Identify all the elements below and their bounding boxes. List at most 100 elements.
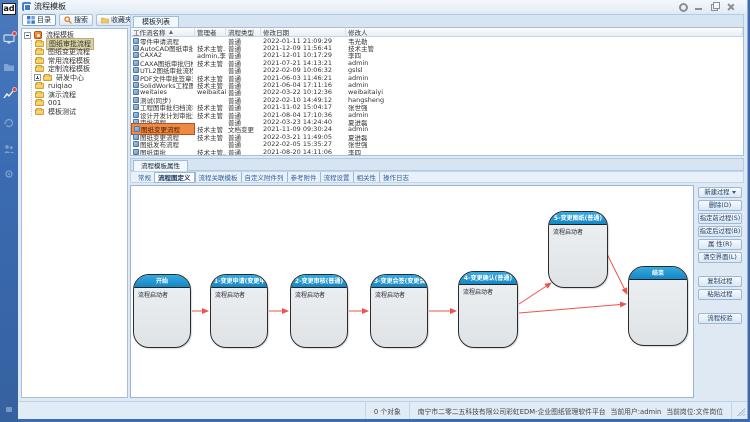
tree-item-label: 研发中心 (54, 73, 86, 83)
flow-node-assignee: 流程启动者 (211, 288, 267, 301)
monitor-icon[interactable] (3, 33, 15, 45)
tab-item[interactable]: 流程关联模板 (195, 172, 241, 182)
action-button[interactable]: 复制过程 (698, 276, 742, 287)
flow-node[interactable]: 结束 (628, 266, 688, 346)
search-label: 搜索 (74, 15, 88, 25)
right-region: 工作流名称 管理者 流程类型 修改日期 修改人 零件申请流程 普通 2022-0… (130, 27, 744, 398)
action-button[interactable]: 属 性(R) (698, 239, 742, 250)
list-tab-strip: 模板列表 (130, 14, 744, 27)
tab-item[interactable]: 操作日志 (379, 172, 412, 182)
cell-date: 2021-08-20 14:11:06 (261, 148, 346, 156)
flow-node-title: 5-变更图纸(普通) (549, 212, 607, 225)
minimize-icon[interactable] (694, 2, 703, 11)
process-root-icon (34, 31, 42, 39)
cell-manager: 技术主管 (195, 132, 226, 142)
flow-node-assignee: 流程启动者 (549, 225, 607, 238)
cell-manager: weibaitaiyi (195, 88, 226, 96)
restore-icon[interactable] (710, 2, 719, 11)
favorites-label: 收藏夹 (111, 15, 132, 25)
action-button[interactable]: 指定前过程(S) (698, 213, 742, 224)
tree-children: 图纸审批流程 图纸变更流程 常用流程模板 定制流程模板 (31, 40, 127, 117)
tab-item[interactable]: 流程设置 (320, 172, 353, 182)
col-date[interactable]: 修改日期 (261, 28, 346, 36)
flow-canvas[interactable]: 开始 流程启动者 1-变更申请(变更申... 流程启动者 2-变更审核(普通) … (130, 185, 694, 398)
tree-panel: 流程模板 图纸审批流程 图纸变更流程 常用流程模板 (21, 28, 128, 398)
flow-node[interactable]: 4-变更确认(普通) 流程启动者 (458, 271, 518, 348)
grid-icon (27, 16, 35, 24)
cell-type: 普通 (226, 147, 261, 156)
properties-bar: 流程模板属性 (130, 158, 744, 171)
tree-item[interactable]: 研发中心 (34, 74, 127, 83)
statusbar: 0 个对象 南宁市二零二五科技有限公司彩虹EDM-企业图纸管理软件平台 当前用户… (18, 401, 747, 419)
info-icon[interactable] (3, 403, 15, 415)
collapse-icon[interactable] (24, 32, 31, 39)
tree-item[interactable]: 演示流程 (34, 91, 127, 100)
workflow-table: 工作流名称 管理者 流程类型 修改日期 修改人 零件申请流程 普通 2022-0… (130, 27, 744, 156)
flow-node[interactable]: 3-变更会签(变更会... 流程启动者 (370, 274, 428, 348)
window-controls (678, 2, 735, 11)
current-post: 当前岗位:文件岗位 (666, 406, 723, 416)
action-button[interactable]: 清空界面(L) (698, 252, 742, 263)
company-name: 南宁市二零二五科技有限公司彩虹EDM-企业图纸管理软件平台 (418, 406, 606, 416)
sort-asc-icon (169, 30, 173, 34)
folder-icon (35, 83, 44, 89)
folder-icon (35, 41, 44, 47)
flow-node-title: 4-变更确认(普通) (459, 272, 517, 285)
action-button[interactable]: 流程校验 (698, 313, 742, 324)
folder-icon (43, 75, 52, 81)
cell-manager: 技术主管 (195, 110, 226, 120)
titlebar: 流程模板 (18, 0, 747, 13)
action-button[interactable]: 删除(D) (698, 200, 742, 211)
window-icon (22, 2, 31, 11)
folder-icon (35, 109, 44, 115)
notification-badge (12, 87, 17, 92)
flow-node-title: 2-变更审核(普通) (291, 275, 347, 288)
tab-item[interactable]: 参考附件 (287, 172, 320, 182)
table-row[interactable]: 图纸审批 技术主管... 普通 2021-08-20 14:11:06 李四 (131, 148, 743, 155)
main-window: 流程模板 目录 搜索 收藏夹 模板列表 (18, 0, 748, 419)
flow-node[interactable]: 1-变更申请(变更申... 流程启动者 (210, 274, 268, 348)
favorites-folder-icon (101, 16, 109, 24)
gear-icon[interactable] (3, 168, 15, 180)
tab-item[interactable]: 流程图定义 (154, 172, 195, 183)
flow-node[interactable]: 开始 流程启动者 (133, 274, 191, 348)
resize-grip[interactable] (735, 406, 745, 416)
action-button[interactable]: 指定后过程(B) (698, 226, 742, 237)
app-logo[interactable]: ad (2, 3, 16, 15)
left-rail: ad (0, 0, 18, 422)
close-icon[interactable] (726, 2, 735, 11)
action-panel: 新建过程 删除(D) 指定前过程(S) 指定后过程(B) 属 性(R) 清空界面… (696, 185, 744, 398)
folder-icon (35, 58, 44, 64)
folder-icon (35, 100, 44, 106)
folder-icon (35, 49, 44, 55)
chart-icon[interactable] (3, 89, 15, 101)
flow-node[interactable]: 5-变更图纸(普通) 流程启动者 (548, 211, 608, 288)
properties-tabs: 常规 流程图定义 流程关联模板 自定义附件列 参考附件 流程设置 相关性 操作日… (130, 171, 744, 183)
flow-node-title: 结束 (629, 267, 687, 280)
flow-node[interactable]: 2-变更审核(普通) 流程启动者 (290, 274, 348, 348)
folder-icon[interactable] (3, 61, 15, 73)
action-button[interactable]: 新建过程 (698, 187, 742, 198)
col-manager[interactable]: 管理者 (195, 28, 226, 36)
flow-node-title: 1-变更申请(变更申... (211, 275, 267, 288)
catalog-button[interactable]: 目录 (22, 14, 56, 26)
flow-node-assignee: 流程启动者 (459, 285, 517, 298)
flow-node-assignee: 流程启动者 (134, 288, 190, 301)
tree-item-label: 演示流程 (46, 90, 78, 100)
tab-item[interactable]: 常规 (135, 172, 154, 182)
settings-icon[interactable] (678, 2, 687, 11)
refresh-icon[interactable] (3, 117, 15, 129)
workflow-name: 图纸审批 (140, 147, 166, 156)
flow-node-title: 3-变更会签(变更会... (371, 275, 427, 288)
action-button[interactable]: 粘贴过程 (698, 289, 742, 300)
tab-item[interactable]: 相关性 (353, 172, 380, 182)
search-button[interactable]: 搜索 (59, 14, 93, 26)
status-info: 南宁市二零二五科技有限公司彩虹EDM-企业图纸管理软件平台 当前用户:admin… (410, 402, 732, 419)
flow-node-title: 开始 (134, 275, 190, 288)
tree-item[interactable]: 模板测试 (34, 108, 127, 117)
search-icon (64, 16, 72, 24)
tab-item[interactable]: 自定义附件列 (241, 172, 287, 182)
folder-icon (35, 66, 44, 72)
expand-icon[interactable] (34, 74, 41, 81)
users-icon[interactable] (3, 143, 15, 155)
